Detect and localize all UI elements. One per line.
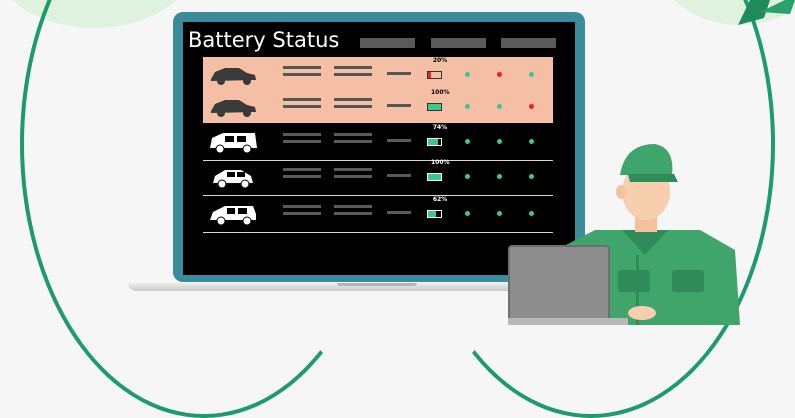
- battery-level-fill: [428, 72, 431, 78]
- status-green-dot: [497, 104, 502, 109]
- hatchback-car-icon: [207, 165, 259, 189]
- table-row[interactable]: 20%: [203, 57, 553, 91]
- placeholder-line: [334, 205, 372, 208]
- sedan-car-icon: [207, 63, 259, 87]
- battery-percent-label: 20%: [432, 57, 448, 64]
- battery-level-fill: [428, 174, 441, 180]
- van-car-icon: [207, 130, 259, 154]
- placeholder-line: [334, 66, 372, 69]
- technician-laptop-base: [508, 318, 628, 325]
- placeholder-line: [283, 175, 321, 178]
- status-green-dot: [465, 211, 470, 216]
- status-green-dot: [529, 72, 534, 77]
- status-green-dot: [465, 174, 470, 179]
- minivan-car-icon: [207, 202, 259, 226]
- placeholder-line: [283, 140, 321, 143]
- battery-level-fill: [428, 104, 441, 110]
- placeholder-line: [334, 175, 372, 178]
- placeholder-dash: [387, 174, 411, 177]
- placeholder-dash: [387, 139, 411, 142]
- placeholder-line: [334, 140, 372, 143]
- status-green-dot: [465, 139, 470, 144]
- placeholder-line: [283, 66, 321, 69]
- battery-icon: [427, 71, 442, 79]
- status-green-dot: [465, 104, 470, 109]
- placeholder-line: [283, 168, 321, 171]
- leaves-illustration: [738, 0, 795, 25]
- status-green-dot: [465, 72, 470, 77]
- placeholder-line: [283, 73, 321, 76]
- placeholder-line: [283, 105, 321, 108]
- battery-percent-label: 62%: [432, 196, 448, 203]
- column-header-placeholder: [501, 38, 556, 48]
- battery-icon: [427, 210, 442, 218]
- battery-icon: [427, 173, 442, 181]
- status-red-dot: [529, 104, 534, 109]
- placeholder-line: [334, 73, 372, 76]
- battery-level-fill: [428, 139, 438, 145]
- battery-percent-label: 100%: [431, 89, 450, 96]
- placeholder-dash: [387, 211, 411, 214]
- screen-title: Battery Status: [188, 28, 340, 52]
- laptop-hinge-notch: [337, 283, 417, 286]
- battery-percent-label: 100%: [431, 159, 450, 166]
- placeholder-line: [334, 212, 372, 215]
- placeholder-dash: [387, 72, 411, 75]
- status-red-dot: [497, 72, 502, 77]
- technician-laptop-screen: [508, 245, 610, 321]
- sedan-car-icon: [207, 95, 259, 119]
- placeholder-line: [334, 98, 372, 101]
- placeholder-line: [334, 133, 372, 136]
- placeholder-line: [283, 212, 321, 215]
- placeholder-line: [334, 105, 372, 108]
- placeholder-line: [334, 168, 372, 171]
- battery-icon: [427, 138, 442, 146]
- battery-level-fill: [428, 211, 437, 217]
- table-row[interactable]: 100%: [203, 89, 553, 123]
- battery-icon: [427, 103, 442, 111]
- placeholder-line: [283, 98, 321, 101]
- column-header-placeholder: [431, 38, 486, 48]
- placeholder-dash: [387, 104, 411, 107]
- battery-percent-label: 74%: [432, 124, 448, 131]
- placeholder-line: [283, 205, 321, 208]
- column-header-placeholder: [360, 38, 415, 48]
- placeholder-line: [283, 133, 321, 136]
